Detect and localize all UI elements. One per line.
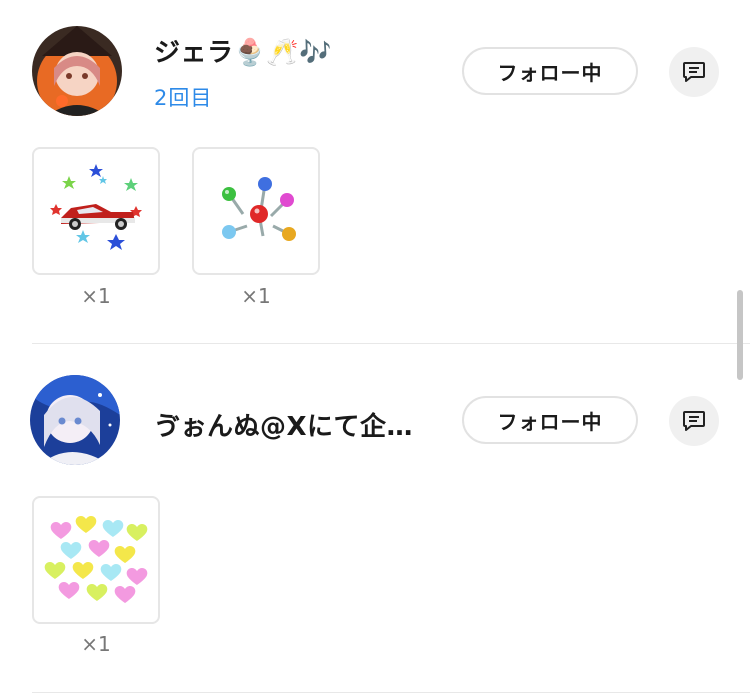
gift-quantity: ×1 — [81, 632, 111, 656]
gift-count-label: 2回目 — [154, 86, 213, 110]
message-icon — [683, 411, 705, 431]
username[interactable]: ゔぉんぬ@Xにて企… — [154, 406, 413, 443]
gifter-entry: ゔぉんぬ@Xにて企… フォロー中 ×1 — [0, 344, 750, 696]
gift-card[interactable] — [32, 496, 160, 624]
gifter-entry: ジェラ🍨🥂🎶 2回目 フォロー中 ×1 ×1 — [0, 0, 750, 344]
gift-quantity: ×1 — [81, 284, 111, 308]
gift-card[interactable] — [192, 147, 320, 275]
gift-card[interactable] — [32, 147, 160, 275]
avatar[interactable] — [32, 26, 122, 116]
divider — [32, 692, 750, 693]
lollipops-gift-icon — [222, 177, 296, 241]
following-button[interactable]: フォロー中 — [462, 396, 638, 444]
avatar[interactable] — [30, 375, 120, 465]
following-button[interactable]: フォロー中 — [462, 47, 638, 95]
message-button[interactable] — [669, 47, 719, 97]
hearts-gift-icon — [44, 516, 148, 603]
username[interactable]: ジェラ🍨🥂🎶 — [154, 32, 332, 69]
gift-quantity: ×1 — [241, 284, 271, 308]
scrollbar[interactable] — [737, 290, 743, 380]
message-icon — [683, 62, 705, 82]
car-stars-gift-icon — [50, 164, 142, 250]
message-button[interactable] — [669, 396, 719, 446]
